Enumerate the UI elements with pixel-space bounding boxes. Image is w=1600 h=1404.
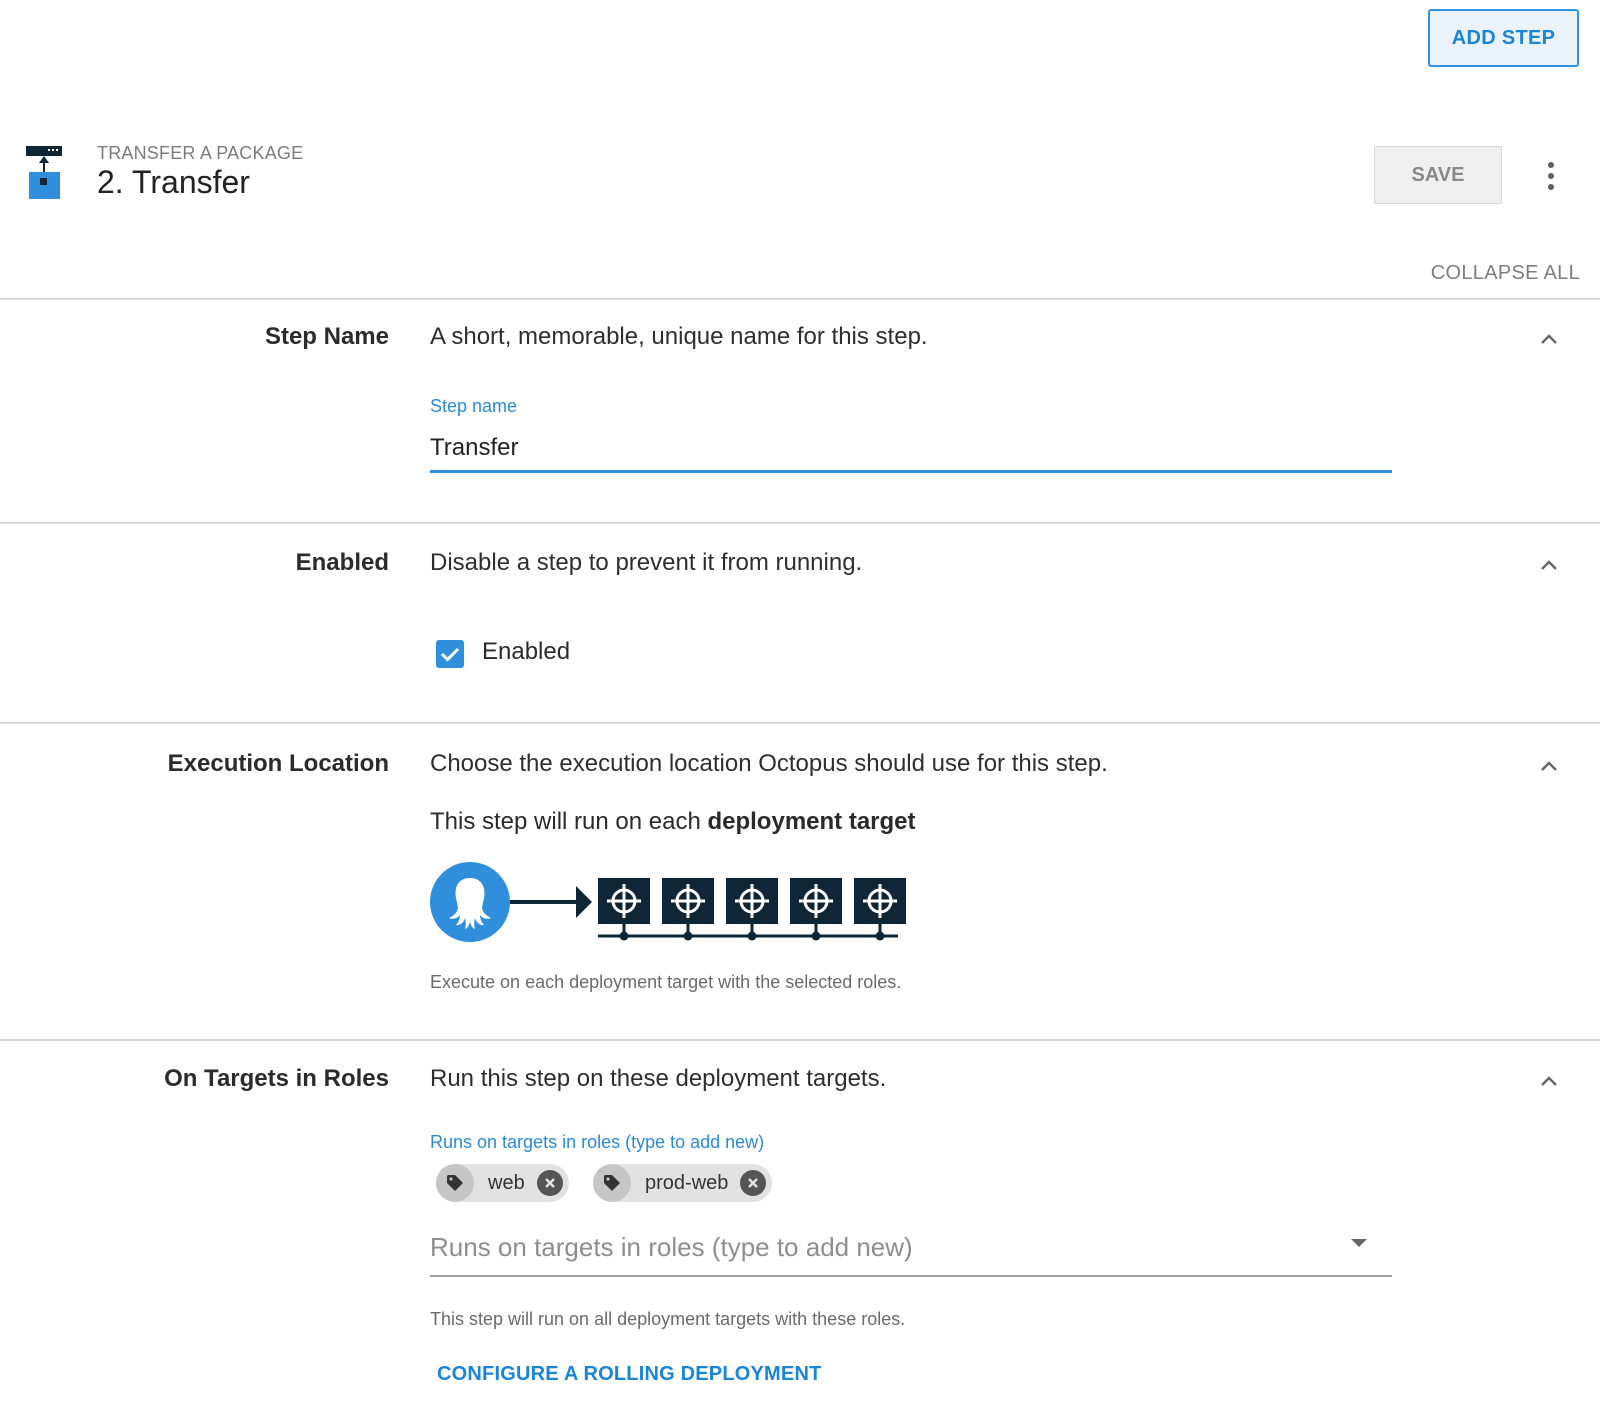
section-divider: [0, 1039, 1600, 1041]
roles-help-text: This step will run on all deployment tar…: [430, 1309, 906, 1329]
deployment-target-icon: [726, 878, 778, 941]
section-label-enabled: Enabled: [295, 549, 389, 576]
close-circle-icon[interactable]: [536, 1170, 563, 1196]
section-description-target-roles: Run this step on these deployment target…: [430, 1065, 887, 1092]
step-name-input[interactable]: Transfer: [430, 434, 518, 462]
check-icon: [440, 647, 460, 662]
step-name-field-label: Step name: [430, 396, 518, 416]
chevron-up-icon[interactable]: [1537, 327, 1561, 351]
enabled-checkbox-label[interactable]: Enabled: [482, 638, 570, 666]
step-type-label: TRANSFER A PACKAGE: [97, 143, 304, 163]
deployment-target-icon: [662, 878, 714, 941]
role-chip-label: web: [488, 1171, 525, 1194]
octopus-logo-icon: [430, 862, 510, 942]
section-label-target-roles: On Targets in Roles: [164, 1065, 389, 1092]
deployment-target-icon: [854, 878, 906, 941]
execution-run-text-bold: deployment target: [707, 808, 916, 835]
chevron-up-icon[interactable]: [1537, 1069, 1561, 1093]
section-divider: [0, 298, 1600, 300]
role-chip-label: prod-web: [645, 1171, 729, 1194]
more-vert-icon[interactable]: [1540, 160, 1562, 192]
section-description-execution-location: Choose the execution location Octopus sh…: [430, 750, 1108, 777]
enabled-checkbox[interactable]: [436, 640, 464, 668]
section-divider: [0, 722, 1600, 724]
role-chip[interactable]: prod-web: [593, 1164, 773, 1202]
section-label-execution-location: Execution Location: [167, 750, 389, 777]
chevron-up-icon[interactable]: [1537, 553, 1561, 577]
add-step-button[interactable]: ADD STEP: [1428, 9, 1579, 67]
configure-rolling-deployment-link[interactable]: CONFIGURE A ROLLING DEPLOYMENT: [437, 1363, 822, 1386]
dropdown-caret-icon[interactable]: [1351, 1239, 1367, 1247]
roles-input-underline: [430, 1275, 1392, 1277]
chevron-up-icon[interactable]: [1537, 754, 1561, 778]
save-button[interactable]: SAVE: [1374, 146, 1502, 204]
section-label-step-name: Step Name: [264, 323, 389, 350]
step-name-input-underline: [430, 470, 1392, 473]
execution-run-text: This step will run on each deployment ta…: [430, 808, 916, 836]
deployment-target-icon: [790, 878, 842, 941]
step-title-text: Transfer: [132, 164, 250, 200]
tag-icon: [593, 1164, 631, 1202]
step-number: 2.: [97, 164, 124, 200]
roles-field-label: Runs on targets in roles (type to add ne…: [430, 1132, 765, 1152]
execution-location-diagram: [430, 862, 906, 942]
role-chip[interactable]: web: [436, 1164, 569, 1202]
tag-icon: [436, 1164, 474, 1202]
execution-help-text: Execute on each deployment target with t…: [430, 972, 902, 992]
section-description-step-name: A short, memorable, unique name for this…: [430, 323, 928, 350]
execution-run-text-prefix: This step will run on each: [430, 808, 701, 835]
section-description-enabled: Disable a step to prevent it from runnin…: [430, 549, 863, 576]
deployment-target-icon: [598, 878, 650, 941]
section-divider: [0, 522, 1600, 524]
close-circle-icon[interactable]: [740, 1170, 767, 1196]
transfer-package-icon: [26, 146, 62, 199]
page-title: 2. Transfer: [97, 164, 250, 201]
roles-input[interactable]: Runs on targets in roles (type to add ne…: [430, 1232, 913, 1263]
collapse-all-button[interactable]: COLLAPSE ALL: [1431, 262, 1580, 285]
